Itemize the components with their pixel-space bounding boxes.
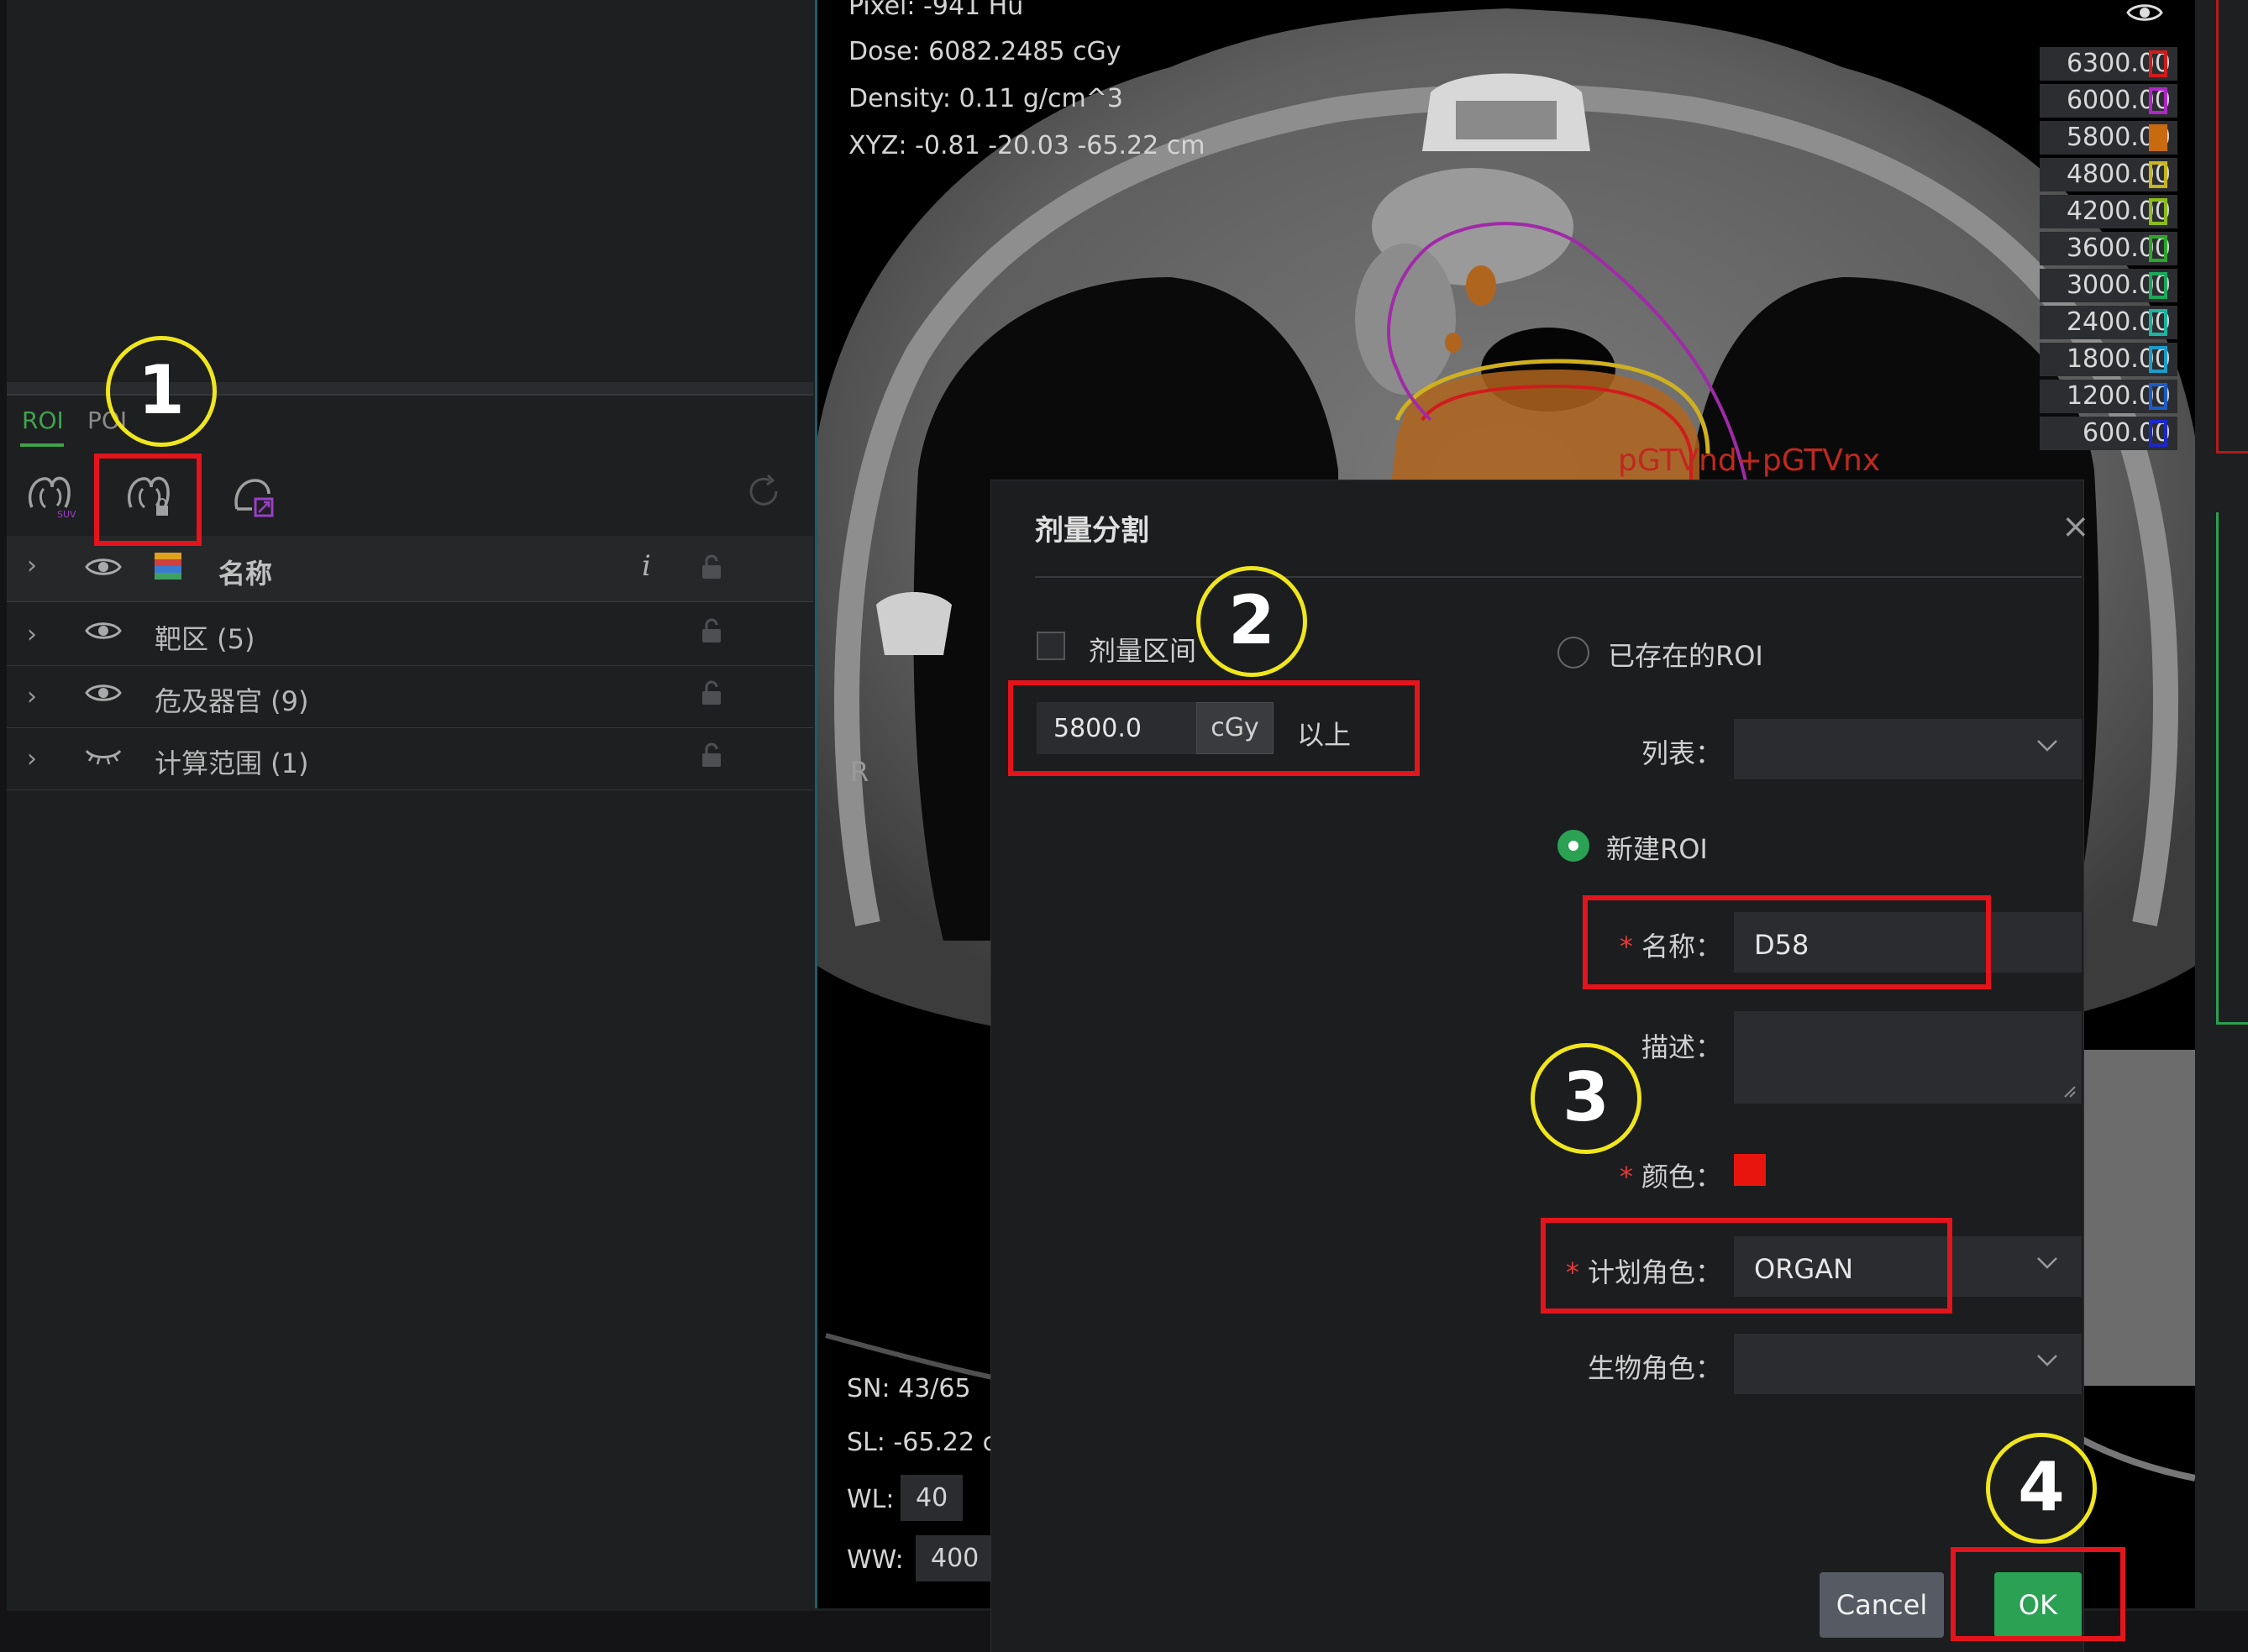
dialog-title: 剂量分割 (1035, 514, 1149, 548)
bio-role-label: 生物角色： (1587, 1352, 1722, 1384)
wl-input[interactable]: 40 (901, 1475, 964, 1521)
pixel-readout: Pixel: -941 Hu (848, 0, 1024, 21)
annotation-highlight-box (94, 454, 202, 546)
dose-legend-swatch[interactable] (2149, 124, 2167, 151)
annotation-step-marker: 2 (1196, 566, 1307, 677)
annotation-highlight-box (1583, 895, 1991, 989)
annotation-step-marker: 3 (1531, 1043, 1641, 1154)
roi-group-label: 危及器官 (9) (155, 685, 309, 717)
slice-location: SL: -65.22 cı (847, 1428, 993, 1457)
color-swatch[interactable] (1734, 1154, 1766, 1186)
dose-legend-swatch[interactable] (2149, 87, 2167, 114)
dose-legend-swatch[interactable] (2149, 420, 2167, 447)
window-edge (0, 0, 7, 1652)
list-label: 列表： (1641, 737, 1722, 769)
description-textarea[interactable] (1734, 1011, 2082, 1104)
right-side-panel (2196, 0, 2248, 1608)
lock-icon[interactable] (701, 680, 726, 709)
expand-chevron-icon[interactable]: › (27, 620, 37, 649)
dialog-divider (1035, 576, 2082, 578)
orientation-marker: R (850, 756, 869, 788)
dose-range-checkbox[interactable] (1037, 632, 1065, 660)
dose-legend-swatch[interactable] (2149, 50, 2167, 77)
roi-group-row[interactable]: › 靶区 (5) (7, 605, 813, 666)
dose-legend-swatch[interactable] (2149, 198, 2167, 225)
refresh-icon[interactable] (744, 472, 783, 514)
visibility-eye-icon[interactable] (2125, 0, 2164, 29)
dose-legend-swatch[interactable] (2149, 235, 2167, 262)
xyz-readout: XYZ: -0.81 -20.03 -65.22 cm (848, 131, 1205, 160)
lock-icon[interactable] (701, 554, 722, 583)
color-column-icon (155, 553, 183, 581)
eye-icon[interactable] (84, 618, 126, 648)
roi-suv-tool-icon[interactable]: SUV (24, 470, 79, 521)
chevron-down-icon (2035, 1347, 2060, 1372)
chevron-down-icon (2035, 732, 2060, 758)
roi-group-row[interactable]: › 计算范围 (1) (7, 729, 813, 790)
bio-role-select[interactable] (1734, 1334, 2082, 1394)
lock-icon[interactable] (701, 742, 726, 771)
roi-group-label: 靶区 (5) (155, 623, 255, 655)
eye-closed-icon[interactable] (84, 742, 126, 773)
ww-input[interactable]: 400 (916, 1535, 995, 1581)
close-icon[interactable]: × (2062, 507, 2090, 546)
slice-number: SN: 43/65 (847, 1374, 971, 1403)
annotation-highlight-box (1951, 1547, 2125, 1641)
annotation-highlight-box (1008, 680, 1420, 776)
expand-chevron-icon[interactable]: › (27, 744, 37, 774)
structure-label: pGTVnd+pGTVnx (1618, 443, 1881, 478)
tab-roi-underline (20, 443, 64, 447)
new-roi-radio[interactable] (1557, 830, 1589, 862)
lock-icon[interactable] (701, 618, 726, 647)
dose-legend-swatch[interactable] (2149, 383, 2167, 410)
dose-range-label: 剂量区间 (1089, 635, 1197, 667)
color-label: * 颜色： (1596, 1156, 1722, 1194)
required-mark: * (1619, 1161, 1633, 1193)
existing-roi-radio[interactable] (1557, 637, 1589, 669)
tab-roi[interactable]: ROI (22, 406, 64, 434)
dose-legend-swatch[interactable] (2149, 272, 2167, 299)
resize-handle-icon[interactable] (2060, 1082, 2077, 1099)
roi-group-row[interactable]: › 危及器官 (9) (7, 667, 813, 728)
roi-list-select[interactable] (1734, 719, 2082, 779)
annotation-step-marker: 4 (1986, 1433, 2097, 1544)
wl-label: WL: (847, 1485, 895, 1514)
color-label-text: 颜色： (1641, 1161, 1722, 1193)
left-top-panel (7, 0, 813, 382)
existing-roi-label: 已存在的ROI (1608, 640, 1763, 672)
roi-group-label: 计算范围 (1) (155, 747, 309, 779)
eye-icon[interactable] (84, 554, 126, 585)
expand-all-chevron-icon[interactable]: › (27, 551, 37, 580)
svg-text:SUV: SUV (57, 509, 76, 520)
dose-readout: Dose: 6082.2485 cGy (848, 37, 1121, 66)
cancel-button[interactable]: Cancel (1820, 1572, 1944, 1638)
ww-label: WW: (847, 1545, 904, 1575)
eye-icon[interactable] (84, 680, 126, 711)
dose-legend-swatch[interactable] (2149, 161, 2167, 188)
density-readout: Density: 0.11 g/cm^3 (848, 84, 1123, 113)
annotation-step-marker: 1 (106, 336, 217, 447)
annotation-highlight-box (1541, 1218, 1952, 1314)
new-roi-label: 新建ROI (1606, 833, 1708, 865)
name-column-header: 名称 (218, 558, 273, 590)
expand-chevron-icon[interactable]: › (27, 682, 37, 711)
chevron-down-icon (2035, 1250, 2060, 1275)
contour-export-tool-icon[interactable] (227, 470, 282, 521)
dose-legend-swatch[interactable] (2149, 346, 2167, 373)
dose-legend-swatch[interactable] (2149, 309, 2167, 336)
info-icon[interactable]: i (642, 549, 651, 583)
